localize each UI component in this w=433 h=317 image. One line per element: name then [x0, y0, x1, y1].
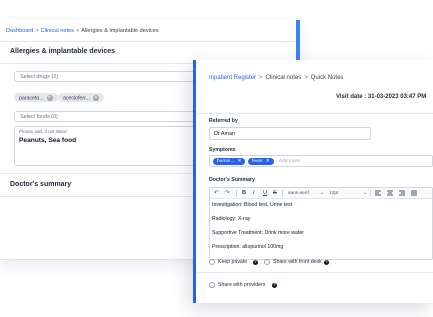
- align-center-icon: [387, 190, 393, 196]
- breadcrumb-current: Allergies & implantable devices: [81, 28, 159, 34]
- symptom-chip-label: burnin...: [217, 159, 235, 164]
- align-left-icon: [375, 190, 381, 196]
- visit-date: Visit date : 31-03-2023 03:47 PM: [336, 94, 427, 100]
- options-divider: [196, 272, 433, 273]
- info-icon[interactable]: ?: [253, 259, 258, 265]
- toolbar-separator: [236, 190, 237, 197]
- chevron-down-icon[interactable]: ⌄: [363, 190, 367, 197]
- doctors-summary-label: Doctor's Summary: [209, 177, 255, 183]
- symptoms-label: Symptoms: [209, 147, 236, 153]
- quick-notes-window: Inpatient Register > Clinical notes > Quick …: [193, 60, 433, 303]
- editor-toolbar: ↶ ↷ B I U S sans-serif ⌄ 12pt ⌄: [210, 188, 432, 199]
- breadcrumb-dashboard-link[interactable]: Dashboard: [6, 28, 33, 34]
- breadcrumb-inpatient-register-link[interactable]: Inpatient Register: [209, 75, 256, 81]
- chevron-down-icon[interactable]: ⌄: [320, 190, 324, 197]
- symptoms-input[interactable]: burnin... ✕ fever ✕ Add more: [209, 155, 433, 167]
- referred-by-label: Referred by: [209, 118, 238, 124]
- font-family-select[interactable]: sans-serif: [288, 190, 309, 197]
- align-right-icon: [399, 190, 405, 196]
- share-providers-label: Share with providers: [218, 282, 266, 288]
- align-justify-icon: [411, 190, 417, 196]
- section-title: Allergies & implantable devices: [10, 48, 116, 55]
- info-icon[interactable]: ?: [324, 259, 329, 265]
- font-size-select[interactable]: 12pt: [329, 190, 338, 197]
- breadcrumb-clinical-notes[interactable]: Clinical notes: [266, 75, 302, 81]
- summary-line: Investigation: Blood test, Urine test: [212, 202, 293, 208]
- symptom-chip-label: fever: [252, 159, 263, 164]
- breadcrumb: Dashboard > Clinical notes > Allergies & imp…: [6, 28, 159, 34]
- quick-notes-breadcrumb: Inpatient Register > Clinical notes > Quick …: [209, 75, 343, 81]
- italic-button[interactable]: I: [253, 190, 255, 197]
- notes-field-value: Peanuts, Sea food: [19, 137, 77, 144]
- summary-line: Prescription: allopurinol 100mg: [212, 244, 284, 250]
- header-divider: [196, 113, 433, 114]
- breadcrumb-separator: >: [75, 28, 80, 34]
- drug-chip: acecloferr... ✕: [58, 93, 104, 102]
- keep-private-radio[interactable]: [209, 259, 215, 265]
- drug-chip: paraceta... ✕: [14, 93, 58, 102]
- symptom-chip: fever ✕: [248, 158, 274, 165]
- breadcrumb-separator: >: [304, 75, 308, 81]
- share-front-desk-label: Share with front desk: [273, 259, 322, 265]
- summary-line: Supportive Treatment: Drink more water: [212, 230, 304, 236]
- align-icons: [375, 190, 417, 196]
- info-icon[interactable]: ?: [272, 282, 277, 288]
- doctors-summary-editor[interactable]: ↶ ↷ B I U S sans-serif ⌄ 12pt ⌄ Investig: [209, 187, 433, 260]
- underline-button[interactable]: U: [263, 190, 267, 197]
- referred-by-input[interactable]: Dr Aman: [209, 127, 371, 140]
- symptom-chip: burnin... ✕: [213, 158, 246, 165]
- bold-button[interactable]: B: [242, 190, 246, 197]
- breadcrumb-quick-notes: Quick Notes: [310, 75, 344, 81]
- header-divider: [0, 41, 296, 42]
- breadcrumb-separator: >: [259, 75, 263, 81]
- remove-chip-icon[interactable]: ✕: [237, 159, 241, 164]
- drug-chip-label: paraceta...: [19, 94, 44, 101]
- remove-chip-icon[interactable]: ✕: [266, 159, 270, 164]
- breadcrumb-separator: >: [35, 28, 39, 34]
- strikethrough-button[interactable]: S: [273, 190, 277, 197]
- summary-line: Radiology: X-ray: [212, 216, 251, 222]
- breadcrumb-clinical-notes-link[interactable]: Clinical notes: [41, 28, 74, 34]
- share-providers-radio[interactable]: [209, 282, 215, 288]
- redo-icon[interactable]: ↷: [225, 190, 230, 197]
- toolbar-separator: [282, 190, 283, 197]
- add-more-placeholder[interactable]: Add more: [279, 159, 300, 164]
- remove-chip-icon[interactable]: ✕: [46, 94, 53, 101]
- doctor-summary-title: Doctor's summary: [10, 181, 72, 188]
- drug-chip-label: acecloferr...: [63, 94, 90, 101]
- notes-field-label: Please add, if not listed: [19, 129, 67, 134]
- share-front-desk-radio[interactable]: [264, 259, 270, 265]
- remove-chip-icon[interactable]: ✕: [92, 94, 99, 101]
- undo-icon[interactable]: ↶: [214, 190, 219, 197]
- keep-private-label: Keep private: [218, 259, 248, 265]
- toolbar-separator: [370, 190, 371, 197]
